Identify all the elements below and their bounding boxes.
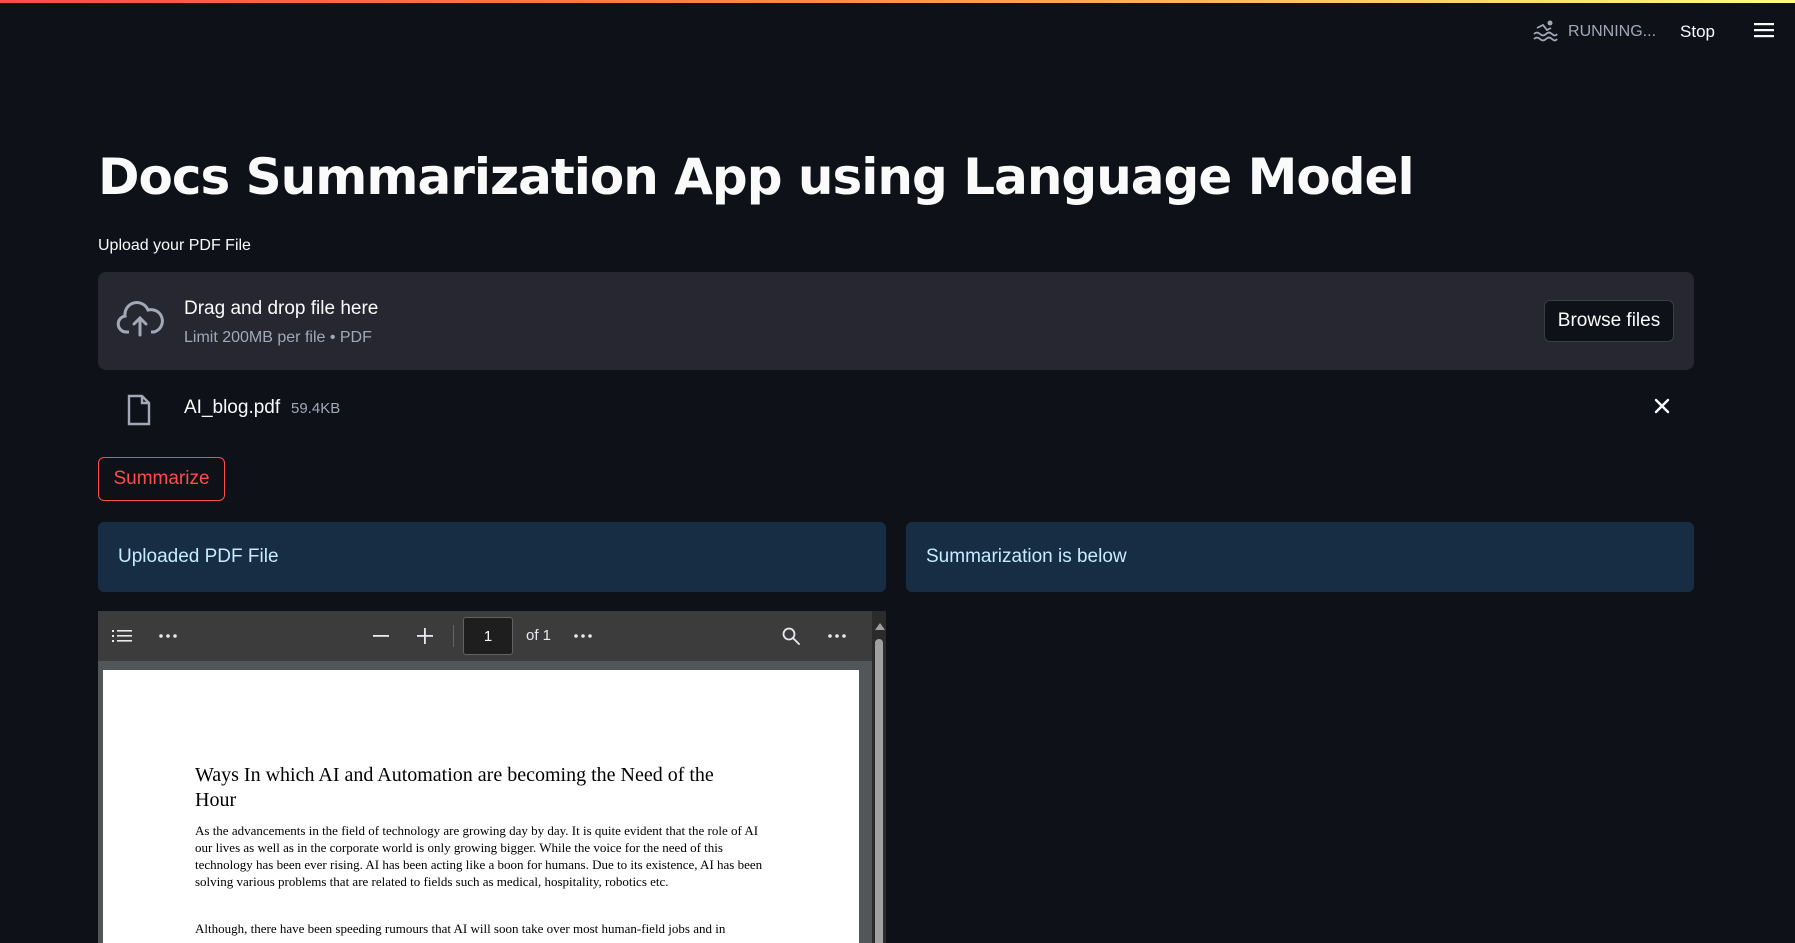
file-icon [126,394,152,431]
page-title: Docs Summarization App using Language Mo… [98,148,1415,206]
scroll-thumb[interactable] [875,639,883,943]
more-options-icon[interactable] [573,611,593,661]
dropzone-limit: Limit 200MB per file • PDF [184,329,372,346]
scroll-up-arrow-icon[interactable] [875,623,885,630]
pdf-document-title: Ways In which AI and Automation are beco… [195,764,714,811]
upload-label: Upload your PDF File [98,237,251,254]
pdf-paragraph: As the advancements in the field of tech… [195,823,763,889]
hamburger-menu-icon[interactable] [1753,21,1775,44]
top-decoration-bar [0,0,1795,3]
more-options-icon[interactable] [158,611,178,661]
page-total: of 1 [526,627,552,644]
uploaded-pdf-info: Uploaded PDF File [98,522,886,592]
pdf-scrollbar[interactable] [872,611,886,943]
summarize-button[interactable]: Summarize [98,457,225,501]
pdf-toolbar: 1 of 1 [98,611,886,661]
pdf-paragraph: Although, there have been speeding rumou… [195,921,726,936]
outline-icon[interactable] [112,611,132,661]
running-status-text: RUNNING... [1568,23,1657,40]
more-options-icon[interactable] [827,611,847,661]
uploaded-file-item: AI_blog.pdf 59.4KB [98,388,1694,428]
swimmer-icon [1532,18,1558,47]
app-header: RUNNING... Stop [1532,16,1795,48]
search-icon[interactable] [781,611,801,661]
browse-files-button[interactable]: Browse files [1544,300,1674,342]
file-name: AI_blog.pdf [184,397,281,418]
file-size: 59.4KB [291,400,341,417]
toolbar-separator [453,625,454,647]
summarization-info: Summarization is below [906,522,1694,592]
close-icon[interactable] [1652,396,1672,421]
pdf-viewer[interactable]: 1 of 1 Ways In which AI and Automation a… [98,611,886,943]
page-number-input[interactable]: 1 [463,617,513,655]
zoom-out-icon[interactable] [371,611,391,661]
dropzone-instructions: Drag and drop file here [184,298,379,319]
stop-button[interactable]: Stop [1680,22,1715,42]
pdf-page: Ways In which AI and Automation are beco… [103,670,859,943]
cloud-upload-icon [116,300,164,345]
zoom-in-icon[interactable] [415,611,435,661]
running-status: RUNNING... [1532,18,1656,47]
file-dropzone[interactable]: Drag and drop file here Limit 200MB per … [98,272,1694,370]
